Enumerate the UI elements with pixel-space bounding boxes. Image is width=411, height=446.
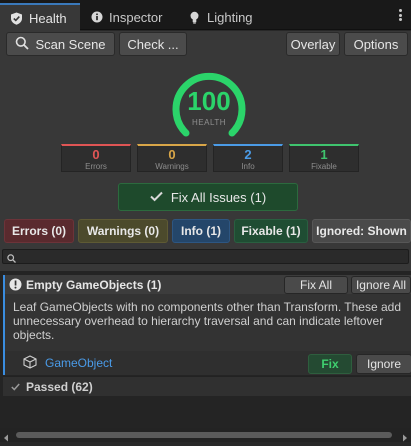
scroll-right-icon[interactable] bbox=[402, 431, 408, 445]
stat-label: Warnings bbox=[155, 162, 189, 171]
stat-fixable: 1 Fixable bbox=[289, 144, 359, 172]
info-icon bbox=[9, 278, 22, 294]
stat-value: 0 bbox=[92, 147, 100, 162]
shield-check-icon bbox=[10, 12, 23, 25]
tab-label: Inspector bbox=[109, 9, 163, 25]
group-ignore-all-label: Ignore All bbox=[355, 278, 407, 292]
checkmark-icon bbox=[150, 190, 163, 205]
stat-label: Errors bbox=[85, 162, 107, 171]
tab-inspector[interactable]: Inspector bbox=[80, 4, 178, 30]
info-icon bbox=[90, 11, 103, 24]
issue-group-header[interactable]: Empty GameObjects (1) Fix All Ignore All bbox=[5, 275, 411, 294]
cube-icon bbox=[23, 355, 37, 372]
overlay-button[interactable]: Overlay bbox=[286, 32, 340, 56]
check-button[interactable]: Check ... bbox=[119, 32, 187, 56]
options-label: Options bbox=[353, 36, 399, 52]
fix-label: Fix bbox=[321, 357, 339, 371]
issue-object-row: GameObject Fix Ignore bbox=[5, 351, 411, 375]
filter-warnings[interactable]: Warnings (0) bbox=[78, 219, 168, 243]
group-ignore-all-button[interactable]: Ignore All bbox=[351, 276, 411, 294]
tab-bar: Health Inspector Lighting bbox=[0, 0, 411, 31]
stat-value: 0 bbox=[168, 147, 176, 162]
issue-group-description: Leaf GameObjects with no components othe… bbox=[13, 300, 401, 342]
tab-label: Health bbox=[29, 10, 67, 26]
stat-label: Info bbox=[241, 162, 255, 171]
lightbulb-icon bbox=[188, 11, 201, 24]
filter-label: Fixable (1) bbox=[241, 224, 301, 238]
fix-all-issues-label: Fix All Issues (1) bbox=[170, 189, 267, 205]
scrollbar-thumb[interactable] bbox=[16, 432, 392, 438]
issue-group: Empty GameObjects (1) Fix All Ignore All… bbox=[3, 275, 411, 375]
passed-label: Passed (62) bbox=[26, 379, 93, 394]
filter-fixable[interactable]: Fixable (1) bbox=[234, 219, 308, 243]
overlay-label: Overlay bbox=[290, 36, 336, 52]
gameobject-link[interactable]: GameObject bbox=[45, 356, 112, 370]
filter-label: Ignored: Shown bbox=[316, 224, 407, 238]
stat-value: 2 bbox=[244, 147, 252, 162]
scroll-left-icon[interactable] bbox=[3, 431, 9, 445]
health-label: HEALTH bbox=[192, 118, 226, 127]
tab-label: Lighting bbox=[207, 9, 253, 25]
stat-label: Fixable bbox=[311, 162, 337, 171]
scan-scene-label: Scan Scene bbox=[35, 36, 106, 52]
issue-group-title: Empty GameObjects (1) bbox=[26, 278, 162, 292]
stat-value: 1 bbox=[320, 147, 328, 162]
filter-ignored[interactable]: Ignored: Shown bbox=[312, 219, 411, 243]
filter-label: Info (1) bbox=[181, 224, 221, 238]
group-fix-all-button[interactable]: Fix All bbox=[284, 276, 348, 294]
ignore-button[interactable]: Ignore bbox=[356, 354, 411, 374]
stat-info: 2 Info bbox=[213, 144, 283, 172]
stat-warnings: 0 Warnings bbox=[137, 144, 207, 172]
more-options-icon[interactable] bbox=[395, 7, 405, 23]
health-score: 100 bbox=[187, 86, 231, 116]
filter-label: Errors (0) bbox=[11, 224, 67, 238]
options-button[interactable]: Options bbox=[344, 32, 408, 56]
fix-all-issues-button[interactable]: Fix All Issues (1) bbox=[118, 183, 298, 211]
group-fix-all-label: Fix All bbox=[299, 278, 332, 292]
filter-info[interactable]: Info (1) bbox=[172, 219, 230, 243]
search-icon bbox=[15, 36, 30, 53]
scan-scene-button[interactable]: Scan Scene bbox=[6, 32, 115, 56]
check-label: Check ... bbox=[127, 36, 179, 52]
checkmark-icon bbox=[11, 380, 20, 394]
search-icon bbox=[7, 252, 16, 266]
filter-label: Warnings (0) bbox=[86, 224, 160, 238]
tab-lighting[interactable]: Lighting bbox=[178, 4, 268, 30]
ignore-label: Ignore bbox=[366, 357, 402, 371]
tab-health[interactable]: Health bbox=[0, 3, 80, 31]
passed-section[interactable]: Passed (62) bbox=[3, 376, 411, 396]
stat-errors: 0 Errors bbox=[61, 144, 131, 172]
search-input[interactable] bbox=[2, 249, 409, 264]
fix-button[interactable]: Fix bbox=[308, 354, 352, 374]
filter-errors[interactable]: Errors (0) bbox=[4, 219, 74, 243]
